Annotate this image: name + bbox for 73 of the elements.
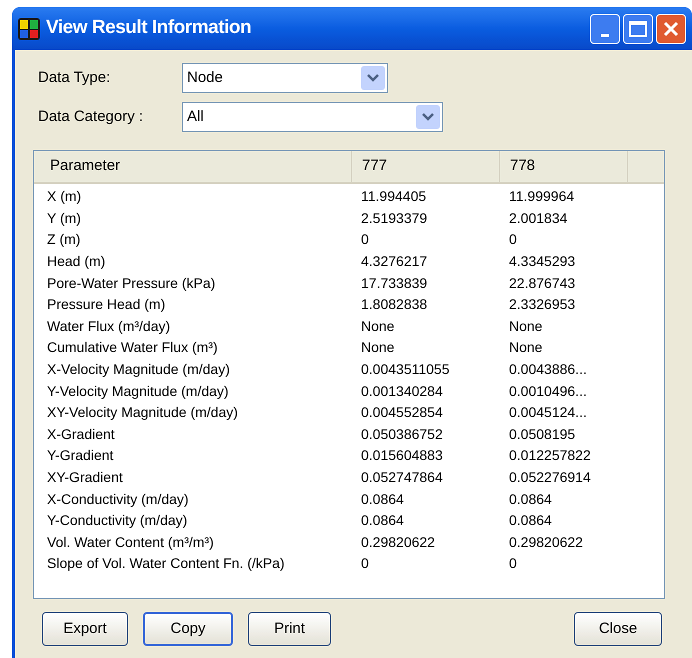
table-cell-text: Head (m) <box>46 252 106 272</box>
table-cell-text: Vol. Water Content (m³/m³) <box>46 532 215 552</box>
maximize-button[interactable] <box>623 14 653 44</box>
table-cell-text: 0.0864 <box>360 511 405 530</box>
table-cell-text: 0.012257822 <box>508 446 592 466</box>
table-cell-text: 0.050386752 <box>360 424 444 444</box>
window-title: View Result Information <box>46 16 252 40</box>
table-cell-text: 0.0864 <box>508 490 553 509</box>
table-cell-text: 0.001340284 <box>360 382 444 401</box>
table-cell-text: Y-Velocity Magnitude (m/day) <box>46 382 230 401</box>
table-cell-text: 0 <box>360 230 370 250</box>
table-cell-text: 0 <box>360 554 370 574</box>
table-cell-text: 0.0864 <box>360 490 405 509</box>
table-cell-text: 1.8082838 <box>360 295 428 314</box>
table-cell-text: 11.994405 <box>360 187 428 206</box>
table-cell-text: Y-Gradient <box>46 446 114 466</box>
table-cell-text: 0.0043886... <box>508 360 588 380</box>
table-cell-text: 0 <box>508 554 518 574</box>
table-cell-text: Cumulative Water Flux (m³) <box>46 338 219 358</box>
table-cell-text: Y (m) <box>46 208 82 228</box>
table-cell-text: 0.004552854 <box>360 403 444 422</box>
column-header[interactable]: 777 <box>352 151 500 182</box>
table-cell-text: 2.3326953 <box>508 295 576 314</box>
table-cell-text: X-Velocity Magnitude (m/day) <box>46 360 231 380</box>
table-cell-text: 0.052747864 <box>360 468 444 488</box>
table-cell-text: None <box>360 316 396 336</box>
table-cell-text: 0.0045124... <box>508 403 588 422</box>
column-header[interactable]: 778 <box>500 151 628 182</box>
table-cell-text: Water Flux (m³/day) <box>46 316 172 336</box>
close-button[interactable] <box>656 14 686 44</box>
table-cell-text: 0.0010496... <box>508 382 588 401</box>
table-cell-text: X-Conductivity (m/day) <box>46 490 190 509</box>
table-cell-text: Z (m) <box>46 230 82 250</box>
table-cell-text: X (m) <box>46 187 82 206</box>
dialog-button[interactable]: Print <box>248 612 331 646</box>
table-cell-text: None <box>508 316 544 336</box>
table-cell-text: 0.29820622 <box>360 532 436 552</box>
table-cell-text: 17.733839 <box>360 274 428 293</box>
dialog-button[interactable]: Close <box>574 612 662 646</box>
table-cell-text: 4.3345293 <box>508 252 576 272</box>
chevron-down-icon <box>416 105 440 129</box>
table-cell-text: 0.015604883 <box>360 446 444 466</box>
column-header[interactable]: Parameter <box>34 151 352 182</box>
table-cell-text: XY-Velocity Magnitude (m/day) <box>46 403 239 422</box>
table-cell-text: 0.0864 <box>508 511 553 530</box>
app-logo-icon <box>18 18 40 40</box>
table-cell-text: None <box>508 338 544 358</box>
field-label: Data Category : <box>38 106 144 127</box>
minimize-button[interactable] <box>590 14 620 44</box>
table-cell-text: 4.3276217 <box>360 252 428 272</box>
close-icon <box>662 20 680 38</box>
table-cell-text: Pressure Head (m) <box>46 295 166 314</box>
table-cell-text: 0.0508195 <box>508 424 576 444</box>
dropdown[interactable]: Node <box>182 63 388 93</box>
dialog-button[interactable]: Export <box>42 612 128 646</box>
table-cell-text: None <box>360 338 396 358</box>
table-cell-text: 0.29820622 <box>508 532 584 552</box>
table-cell-text: 11.999964 <box>508 187 576 206</box>
field-label: Data Type: <box>38 68 112 88</box>
table-cell-text: 2.5193379 <box>360 208 428 228</box>
dropdown[interactable]: All <box>182 102 443 132</box>
table-cell-text: Slope of Vol. Water Content Fn. (/kPa) <box>46 554 286 574</box>
table-cell-text: 22.876743 <box>508 274 576 293</box>
dialog-button[interactable]: Copy <box>143 612 233 646</box>
table-cell-text: 0 <box>508 230 518 250</box>
table-cell-text: 0.052276914 <box>508 468 592 488</box>
table-cell-text: Y-Conductivity (m/day) <box>46 511 188 530</box>
table-cell-text: Pore-Water Pressure (kPa) <box>46 274 216 293</box>
table-cell-text: 2.001834 <box>508 208 568 228</box>
table-cell-text: XY-Gradient <box>46 468 124 488</box>
table-cell-text: X-Gradient <box>46 424 116 444</box>
chevron-down-icon <box>361 66 385 90</box>
table-cell-text: 0.0043511055 <box>360 360 450 380</box>
